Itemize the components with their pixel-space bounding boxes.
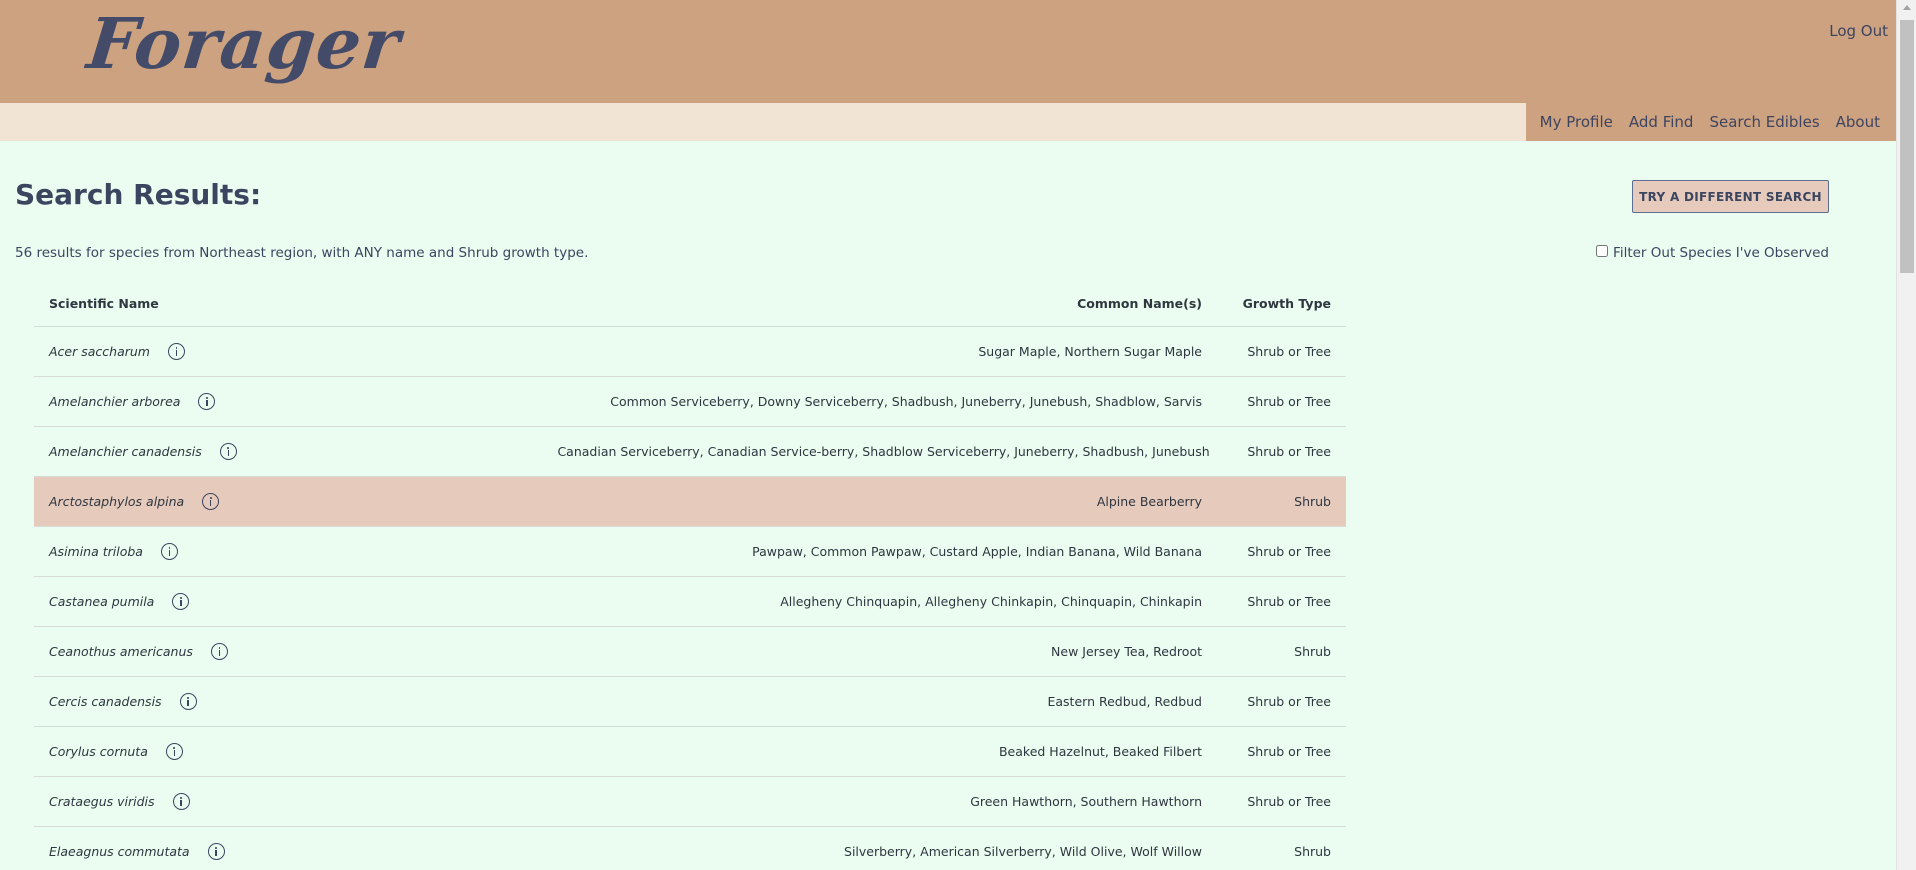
- growth-type-cell: Shrub: [1294, 494, 1331, 509]
- info-icon[interactable]: [179, 693, 197, 710]
- table-header: Scientific Name Common Name(s) Growth Ty…: [34, 280, 1346, 327]
- table-row[interactable]: Asimina triloba Pawpaw, Common Pawpaw, Cu…: [34, 527, 1346, 577]
- info-icon[interactable]: [210, 643, 228, 660]
- header-growth-type: Growth Type: [1242, 295, 1331, 311]
- info-icon[interactable]: [172, 793, 190, 810]
- forager-logo[interactable]: Forager: [84, 2, 405, 85]
- scientific-name[interactable]: Castanea pumila: [49, 594, 154, 609]
- scientific-name-cell: Corylus cornuta: [34, 743, 594, 760]
- common-names-cell: Pawpaw, Common Pawpaw, Custard Apple, In…: [752, 544, 1202, 559]
- table-row[interactable]: Amelanchier arborea Common Serviceberry, …: [34, 377, 1346, 427]
- info-icon[interactable]: [160, 543, 178, 560]
- scientific-name[interactable]: Elaeagnus commutata: [49, 844, 190, 859]
- try-different-search-button[interactable]: TRY A DIFFERENT SEARCH: [1632, 180, 1829, 213]
- table-row[interactable]: Corylus cornuta Beaked Hazelnut, Beaked F…: [34, 727, 1346, 777]
- scientific-name-cell: Elaeagnus commutata: [34, 843, 594, 860]
- common-names-cell: Allegheny Chinquapin, Allegheny Chinkapi…: [780, 594, 1202, 609]
- common-names-cell: Alpine Bearberry: [1096, 494, 1202, 509]
- scientific-name-cell: Crataegus viridis: [34, 793, 594, 810]
- common-names-cell: Canadian Serviceberry, Canadian Service-…: [557, 444, 1210, 459]
- growth-type-cell: Shrub or Tree: [1247, 344, 1331, 359]
- nav-about[interactable]: About: [1828, 113, 1888, 131]
- common-names-cell: Green Hawthorn, Southern Hawthorn: [970, 794, 1202, 809]
- table-row[interactable]: Cercis canadensis Eastern Redbud, Redbud S…: [34, 677, 1346, 727]
- common-names-cell: New Jersey Tea, Redroot: [1051, 644, 1202, 659]
- nav-bar: My Profile Add Find Search Edibles About: [0, 103, 1896, 141]
- vertical-scrollbar[interactable]: [1896, 0, 1916, 870]
- common-names-cell: Sugar Maple, Northern Sugar Maple: [978, 344, 1202, 359]
- common-names-cell: Eastern Redbud, Redbud: [1047, 694, 1202, 709]
- scientific-name[interactable]: Corylus cornuta: [49, 744, 148, 759]
- common-names-cell: Silverberry, American Silverberry, Wild …: [844, 844, 1202, 859]
- scientific-name-cell: Asimina triloba: [34, 543, 594, 560]
- scientific-name[interactable]: Acer saccharum: [49, 344, 150, 359]
- info-icon[interactable]: [172, 593, 190, 610]
- info-icon[interactable]: [165, 743, 183, 760]
- common-names-cell: Beaked Hazelnut, Beaked Filbert: [998, 744, 1202, 759]
- scientific-name[interactable]: Ceanothus americanus: [49, 644, 193, 659]
- page-title: Search Results:: [15, 178, 262, 211]
- scientific-name-cell: Arctostaphylos alpina: [34, 493, 594, 510]
- info-icon[interactable]: [202, 493, 220, 510]
- scientific-name[interactable]: Crataegus viridis: [49, 794, 155, 809]
- scientific-name[interactable]: Amelanchier arborea: [49, 394, 180, 409]
- logout-link[interactable]: Log Out: [1829, 22, 1888, 40]
- scientific-name[interactable]: Cercis canadensis: [49, 694, 162, 709]
- scientific-name[interactable]: Arctostaphylos alpina: [49, 494, 184, 509]
- info-icon[interactable]: [207, 843, 225, 860]
- table-row[interactable]: Amelanchier canadensis Canadian Servicebe…: [34, 427, 1346, 477]
- growth-type-cell: Shrub or Tree: [1247, 694, 1331, 709]
- common-names-cell: Common Serviceberry, Downy Serviceberry,…: [610, 394, 1202, 409]
- growth-type-cell: Shrub or Tree: [1247, 544, 1331, 559]
- table-row[interactable]: Elaeagnus commutata Silverberry, American…: [34, 827, 1346, 870]
- scientific-name[interactable]: Asimina triloba: [49, 544, 143, 559]
- scientific-name-cell: Castanea pumila: [34, 593, 594, 610]
- scientific-name[interactable]: Amelanchier canadensis: [49, 444, 202, 459]
- table-row[interactable]: Arctostaphylos alpina Alpine Bearberry Shr…: [34, 477, 1346, 527]
- scientific-name-cell: Cercis canadensis: [34, 693, 594, 710]
- table-row[interactable]: Acer saccharum Sugar Maple, Northern Suga…: [34, 327, 1346, 377]
- table-row[interactable]: Ceanothus americanus New Jersey Tea, Redr…: [34, 627, 1346, 677]
- scientific-name-cell: Amelanchier arborea: [34, 393, 594, 410]
- scientific-name-cell: Acer saccharum: [34, 343, 594, 360]
- site-header: Forager Log Out: [0, 0, 1896, 103]
- main-nav: My Profile Add Find Search Edibles About: [1525, 103, 1896, 141]
- growth-type-cell: Shrub or Tree: [1247, 794, 1331, 809]
- growth-type-cell: Shrub: [1294, 844, 1331, 859]
- table-body: Acer saccharum Sugar Maple, Northern Suga…: [34, 327, 1346, 870]
- growth-type-cell: Shrub: [1294, 644, 1331, 659]
- table-row[interactable]: Castanea pumila Allegheny Chinquapin, All…: [34, 577, 1346, 627]
- growth-type-cell: Shrub or Tree: [1247, 444, 1331, 459]
- filter-observed-control[interactable]: Filter Out Species I've Observed: [1596, 245, 1829, 261]
- header-common-names: Common Name(s): [1077, 295, 1202, 311]
- nav-my-profile[interactable]: My Profile: [1532, 113, 1621, 131]
- info-icon[interactable]: [219, 443, 237, 460]
- scientific-name-cell: Amelanchier canadensis: [34, 443, 557, 460]
- results-summary: 56 results for species from Northeast re…: [15, 245, 589, 261]
- table-row[interactable]: Crataegus viridis Green Hawthorn, Souther…: [34, 777, 1346, 827]
- results-table: Scientific Name Common Name(s) Growth Ty…: [34, 280, 1346, 870]
- filter-observed-label: Filter Out Species I've Observed: [1613, 245, 1829, 261]
- growth-type-cell: Shrub or Tree: [1247, 394, 1331, 409]
- scroll-up-arrow-icon[interactable]: [1903, 5, 1911, 10]
- scrollbar-thumb[interactable]: [1900, 20, 1914, 273]
- growth-type-cell: Shrub or Tree: [1247, 594, 1331, 609]
- info-icon[interactable]: [167, 343, 185, 360]
- nav-add-find[interactable]: Add Find: [1621, 113, 1702, 131]
- growth-type-cell: Shrub or Tree: [1247, 744, 1331, 759]
- info-icon[interactable]: [198, 393, 216, 410]
- filter-observed-checkbox[interactable]: [1596, 245, 1609, 257]
- page: Forager Log Out My Profile Add Find Sear…: [0, 0, 1896, 870]
- nav-search-edibles[interactable]: Search Edibles: [1701, 113, 1827, 131]
- scientific-name-cell: Ceanothus americanus: [34, 643, 594, 660]
- header-scientific-name: Scientific Name: [49, 295, 159, 311]
